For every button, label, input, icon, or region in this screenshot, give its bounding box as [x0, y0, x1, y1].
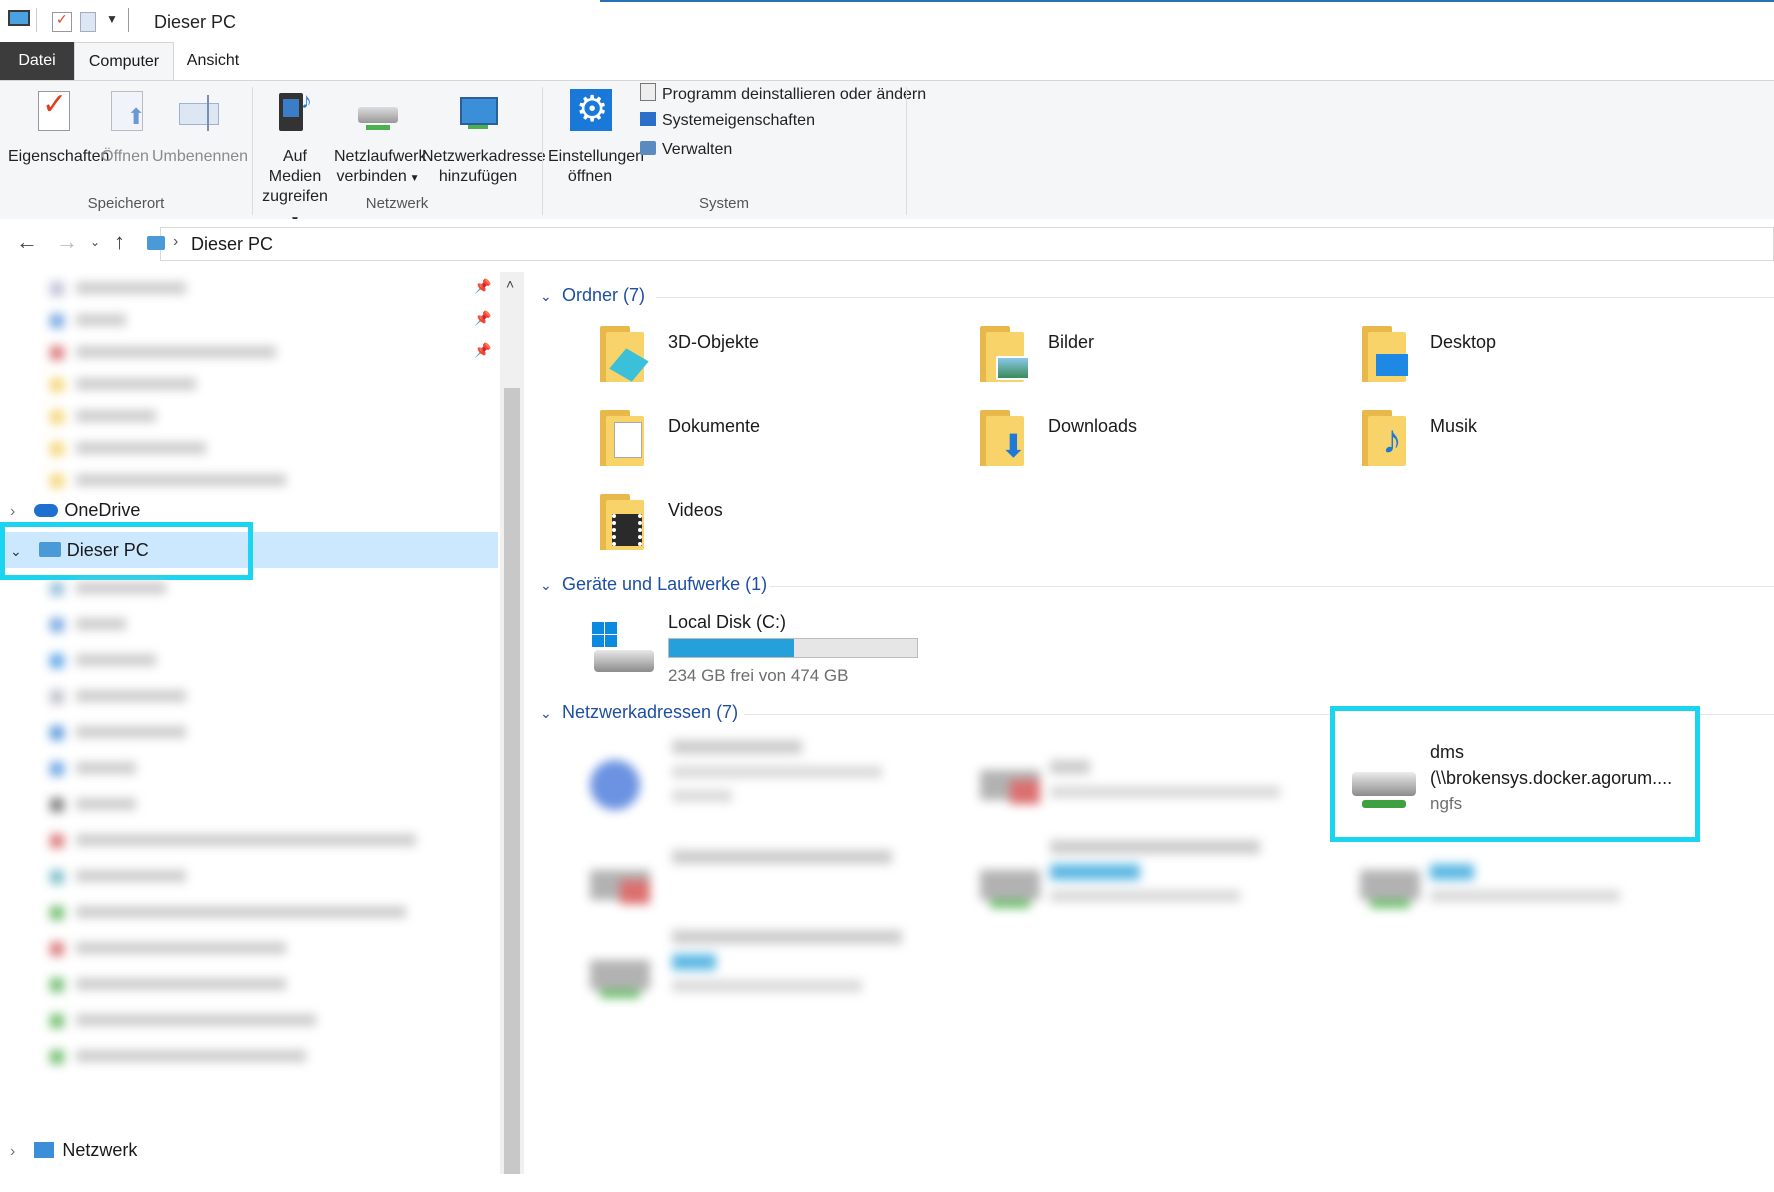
documents-folder-icon	[600, 410, 644, 466]
open-button[interactable]: ⬆ Öffnen	[100, 89, 150, 167]
section-network-locations-header[interactable]: Netzwerkadressen (7)	[562, 702, 738, 723]
desktop-folder-icon	[1362, 326, 1408, 382]
folder-item-documents[interactable]: Dokumente	[600, 410, 930, 474]
section-collapse-icon[interactable]: ⌄	[540, 705, 552, 722]
pictures-folder-icon	[980, 326, 1030, 382]
disk-usage-fill	[669, 639, 795, 657]
navigation-pane: 📌 📌 📌 › OneDrive ⌄ Dieser PC › Netzwerk	[0, 272, 500, 1174]
onedrive-cloud-icon	[34, 504, 59, 517]
uninstall-icon	[640, 83, 656, 101]
uninstall-program-link[interactable]: Programm deinstallieren oder ändern	[640, 83, 926, 104]
downloads-folder-icon: ⬇	[980, 410, 1027, 466]
network-drive-icon	[354, 89, 402, 141]
rename-icon	[175, 89, 223, 141]
navigation-bar: ← → ⌄ ↑ › Dieser PC	[0, 219, 1774, 271]
section-devices-header[interactable]: Geräte und Laufwerke (1)	[562, 574, 767, 595]
hard-drive-icon	[592, 622, 656, 682]
pin-icon[interactable]: 📌	[474, 342, 491, 359]
disk-usage-bar	[668, 638, 918, 658]
folder-item-music[interactable]: ♪ Musik	[1362, 410, 1692, 474]
expand-chevron-icon[interactable]: ›	[10, 503, 15, 520]
folder-item-videos[interactable]: Videos	[600, 494, 930, 558]
open-icon: ⬆	[101, 89, 149, 141]
scroll-up-chevron-icon[interactable]: ˄	[506, 276, 514, 292]
group-label-system: System	[698, 195, 749, 212]
breadcrumb-chevron-icon: ›	[173, 233, 179, 250]
drive-item-local-disk[interactable]: Local Disk (C:) 234 GB frei von 474 GB	[590, 610, 930, 690]
tab-computer[interactable]: Computer	[74, 42, 174, 81]
section-collapse-icon[interactable]: ⌄	[540, 288, 552, 305]
navigation-scrollbar[interactable]: ˄	[500, 272, 524, 1174]
up-arrow-icon[interactable]: ↑	[114, 229, 125, 255]
forward-arrow-icon[interactable]: →	[56, 229, 78, 255]
address-bar[interactable]: › Dieser PC	[147, 227, 1774, 261]
scrollbar-thumb[interactable]	[504, 388, 520, 1174]
system-properties-icon	[640, 112, 656, 126]
properties-icon[interactable]: ✓	[52, 11, 72, 32]
quick-access-items	[40, 272, 340, 512]
this-pc-icon	[38, 542, 61, 557]
window-title: Dieser PC	[154, 12, 237, 32]
open-settings-button[interactable]: ⚙ Einstellungen öffnen	[548, 88, 644, 187]
properties-button[interactable]: ✓ Eigenschaften	[8, 89, 109, 167]
add-network-location-button[interactable]: Netzwerkadresse hinzufügen	[422, 89, 546, 187]
pin-icon[interactable]: 📌	[474, 278, 491, 295]
computer-icon[interactable]	[8, 10, 30, 26]
pin-icon[interactable]: 📌	[474, 310, 491, 327]
tree-item-onedrive[interactable]: › OneDrive	[10, 500, 140, 521]
new-folder-icon[interactable]	[80, 12, 96, 32]
highlight-dms-location	[1330, 706, 1700, 842]
group-label-network: Netzwerk	[365, 195, 429, 212]
tree-item-this-pc[interactable]: ⌄ Dieser PC	[10, 540, 149, 561]
videos-folder-icon	[600, 494, 644, 550]
folder-item-pictures[interactable]: Bilder	[980, 326, 1310, 390]
tab-view[interactable]: Ansicht	[174, 42, 252, 80]
network-location-icon	[454, 89, 502, 141]
recent-locations-chevron-icon[interactable]: ⌄	[90, 235, 100, 249]
folder-item-desktop[interactable]: Desktop	[1362, 326, 1692, 390]
manage-link[interactable]: Verwalten	[640, 141, 732, 159]
tab-file[interactable]: Datei	[0, 42, 74, 80]
folder-item-3d-objects[interactable]: 3D-Objekte	[600, 326, 930, 390]
breadcrumb-this-pc[interactable]: Dieser PC	[191, 234, 273, 255]
collapse-chevron-icon[interactable]: ⌄	[10, 543, 22, 559]
music-folder-icon: ♪	[1362, 410, 1406, 466]
group-label-location: Speicherort	[87, 195, 165, 212]
section-collapse-icon[interactable]: ⌄	[540, 577, 552, 594]
tree-item-network[interactable]: › Netzwerk	[10, 1140, 137, 1161]
map-drive-button[interactable]: Netzlaufwerk verbinden ▼	[334, 89, 426, 189]
network-icon	[34, 1142, 55, 1158]
properties-icon: ✓	[30, 89, 78, 141]
qa-dropdown-icon[interactable]: ▼	[106, 12, 118, 26]
ribbon-tabs: Datei Computer Ansicht	[0, 42, 1774, 81]
manage-icon	[640, 141, 656, 155]
ribbon: ✓ Eigenschaften ⬆ Öffnen Umbenennen Spei…	[0, 80, 1774, 226]
title-bar: ✓ ▼ Dieser PC	[0, 0, 1774, 42]
rename-button[interactable]: Umbenennen	[152, 89, 248, 167]
this-pc-children	[30, 572, 450, 1192]
system-properties-link[interactable]: Systemeigenschaften	[640, 112, 815, 130]
media-icon: ♪	[271, 89, 319, 141]
this-pc-icon	[147, 236, 165, 250]
section-folders-header[interactable]: Ordner (7)	[562, 285, 645, 306]
3d-objects-folder-icon	[600, 326, 649, 382]
settings-gear-icon: ⚙	[566, 88, 614, 141]
folder-item-downloads[interactable]: ⬇ Downloads	[980, 410, 1310, 474]
expand-chevron-icon[interactable]: ›	[10, 1143, 15, 1160]
back-arrow-icon[interactable]: ←	[16, 229, 38, 255]
